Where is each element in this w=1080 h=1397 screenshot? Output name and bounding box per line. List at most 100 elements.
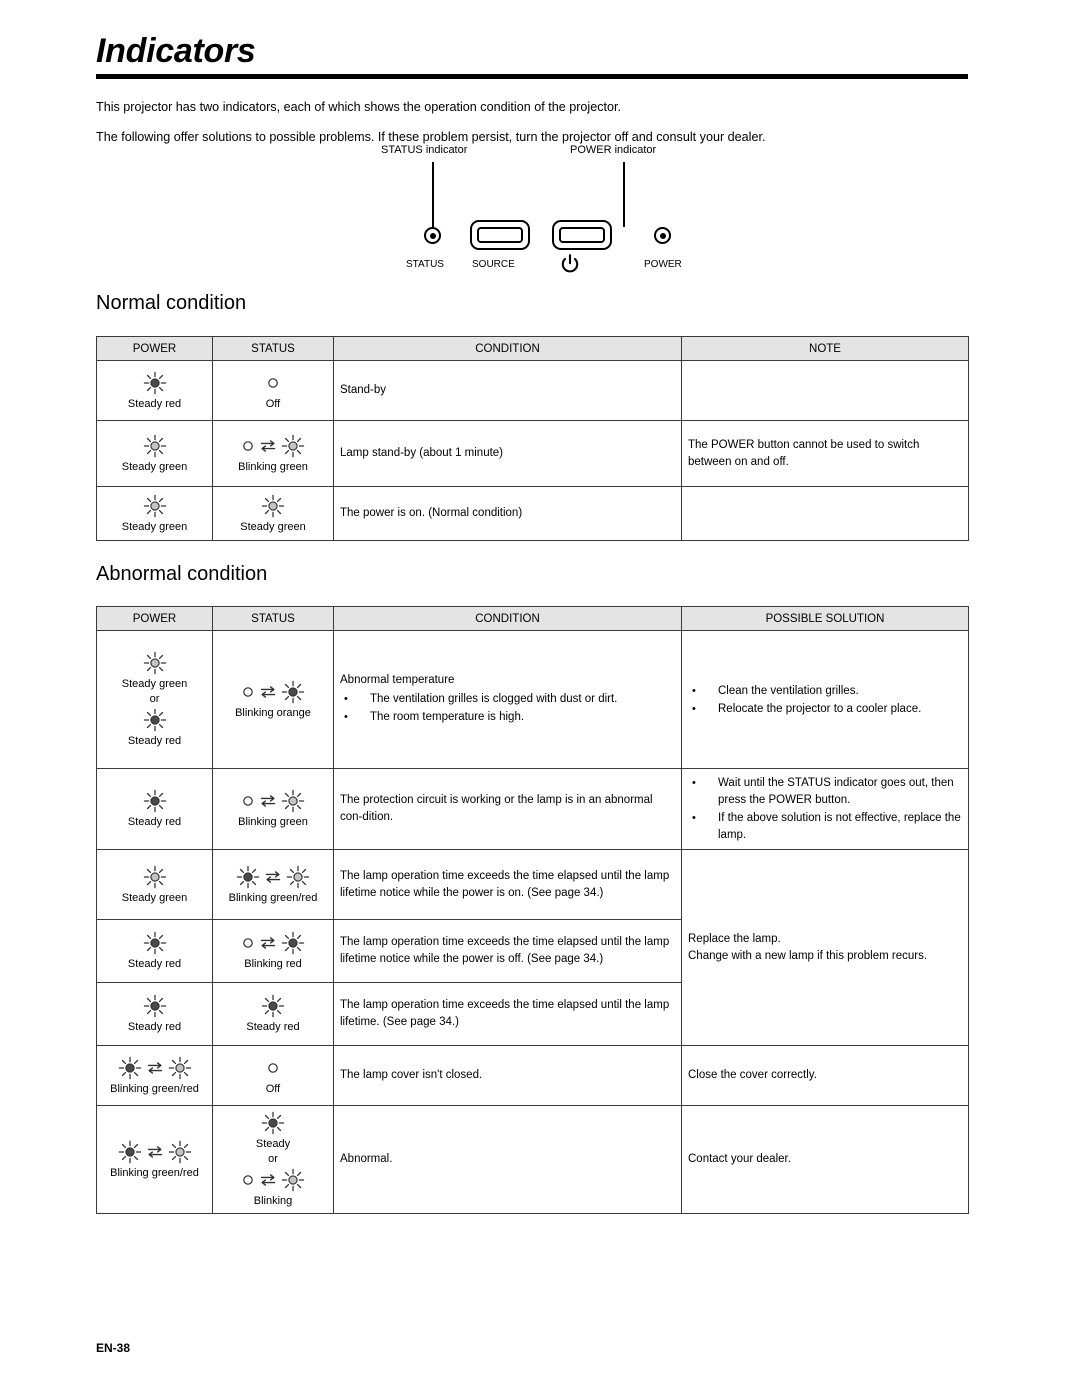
indicator-state-label: Blinking green/red [110,1082,199,1095]
title-block: Indicators [96,30,968,79]
steady-light-indicator-icon [281,434,305,457]
cell-text-line: The lamp cover isn't closed. [340,1069,483,1081]
indicator-glyph-row [265,370,281,396]
steady-dark-indicator-icon [143,994,166,1018]
table-header-row: POWER STATUS CONDITION POSSIBLE SOLUTION [96,606,969,631]
list-item: If the above solution is not effective, … [688,810,962,844]
source-button[interactable] [470,220,530,250]
table-row: Steady green Blinking green Lamp stand-by … [96,420,969,487]
column-header-condition: CONDITION [333,336,682,361]
steady-dark-indicator-icon [143,708,166,732]
cell-text-line: Close the cover correctly. [688,1069,817,1081]
table-row: Blinking green/red Steady or Blinking Abnorm… [96,1105,969,1214]
indicator-state-label: Blinking [253,1195,293,1207]
indicator-glyph-row [142,650,168,676]
indicator-state-label: Off [265,397,281,410]
indicator-glyph-row [240,433,306,459]
page-title: Indicators [96,32,256,70]
steady-light-indicator-icon [143,434,166,457]
indicator-state: Blinking red [219,930,327,972]
status-indicator-cell: Blinking red [212,919,334,983]
indicator-state-label: Steady red [127,958,182,970]
column-header-power: POWER [96,336,213,361]
alternating-arrows-icon [147,1061,162,1074]
steady-light-indicator-icon [168,1140,191,1163]
indicator-state: Blinking orange [219,679,327,721]
status-indicator-cell: Steady or Blinking [212,1105,334,1214]
steady-dark-indicator-icon [143,931,166,955]
indicator-state: Blinking green/red [219,864,327,906]
power-indicator-cell: Steady green [96,486,213,541]
indicator-glyph-row [260,993,286,1019]
steady-dark-indicator-icon [261,1111,285,1135]
indicator-state-label: Steady green [121,460,188,473]
steady-dark-indicator-icon [143,371,166,394]
alternating-arrows-icon [260,439,276,452]
status-indicator-cell: Steady green [212,486,334,541]
solution-cell: Replace the lamp. Change with a new lamp … [681,849,969,1046]
solution-cell: Wait until the STATUS indicator goes out… [681,768,969,850]
note-cell [681,486,969,541]
indicator-state: Steady green [103,864,206,906]
indicator-state-label: Steady red [127,735,182,747]
indicator-state: Steady green [103,493,206,535]
steady-dark-indicator-icon [118,1140,141,1163]
power-indicator-cell: Steady red [96,768,213,850]
cell-text-line: The lamp operation time exceeds the time… [340,869,670,899]
panel-controls-row [416,218,686,258]
off-indicator-icon [243,440,253,451]
table-row: Steady red Off Stand-by [96,360,969,421]
power-indicator-cell: Steady red [96,919,213,983]
condition-cell: Lamp stand-by (about 1 minute) [333,420,682,487]
indicator-glyph-row [240,679,306,705]
document-page: Indicators This projector has two indica… [0,0,1080,1397]
off-indicator-icon [243,938,253,948]
off-indicator-icon [243,1175,253,1185]
indicator-state-label: Steady red [127,816,182,828]
intro-line-1: This projector has two indicators, each … [96,100,622,114]
list-item: The room temperature is high. [340,709,675,726]
cell-bullet-list: The ventilation grilles is clogged with … [340,691,675,726]
indicator-glyph-row [142,707,168,733]
column-header-solution: POSSIBLE SOLUTION [681,606,969,631]
status-indicator-cell: Steady red [212,982,334,1046]
indicator-state-label: Steady green [121,678,188,690]
condition-cell: The lamp cover isn't closed. [333,1045,682,1106]
table-row: Steady green or Steady red Blinking orange A… [96,630,969,769]
cell-text-line: The lamp operation time exceeds the time… [340,999,670,1028]
power-indicator-callout: POWER indicator [570,144,657,156]
indicator-glyph-row [260,493,286,519]
steady-dark-indicator-icon [118,1056,141,1079]
indicator-state-label: Blinking green/red [110,1166,199,1179]
column-header-power: POWER [96,606,213,631]
solution-cell: Contact your dealer. [681,1105,969,1214]
column-header-status: STATUS [212,336,334,361]
normal-condition-heading: Normal condition [96,292,247,314]
steady-dark-indicator-icon [281,680,305,703]
condition-cell: The lamp operation time exceeds the time… [333,919,682,983]
indicator-state-group: Steady or Blinking [219,1110,327,1209]
alternating-arrows-icon [260,937,276,949]
steady-dark-indicator-icon [143,789,166,813]
indicator-state-separator: or [149,693,160,705]
indicator-state: Blinking green [219,788,327,830]
condition-cell: Abnormal temperature The ventilation gril… [333,630,682,769]
normal-table-body: Steady red Off Stand-by Steady green Blinkin… [96,360,969,541]
indicator-glyph-row [235,864,311,890]
table-row: Steady green Blinking green/red The lamp o… [96,849,969,1046]
power-button[interactable] [552,220,612,250]
cell-text-line: The lamp operation time exceeds the time… [340,936,670,965]
indicator-state: Steady red [219,993,327,1035]
indicator-glyph-row [117,1055,193,1081]
abnormal-condition-table: POWER STATUS CONDITION POSSIBLE SOLUTION… [96,606,969,1214]
indicator-state-label: Steady red [246,1021,300,1033]
indicator-glyph-row [142,433,168,459]
cell-text-line: Change with a new lamp if this problem r… [688,949,928,962]
indicator-state: Steady red [103,370,206,412]
indicator-glyph-row [142,788,168,814]
indicator-glyph-row [265,1055,281,1081]
cell-text-line: The protection circuit is working or the… [340,794,653,823]
status-indicator-callout: STATUS indicator [381,144,468,156]
steady-light-indicator-icon [281,1168,305,1192]
alternating-arrows-icon [265,870,281,883]
